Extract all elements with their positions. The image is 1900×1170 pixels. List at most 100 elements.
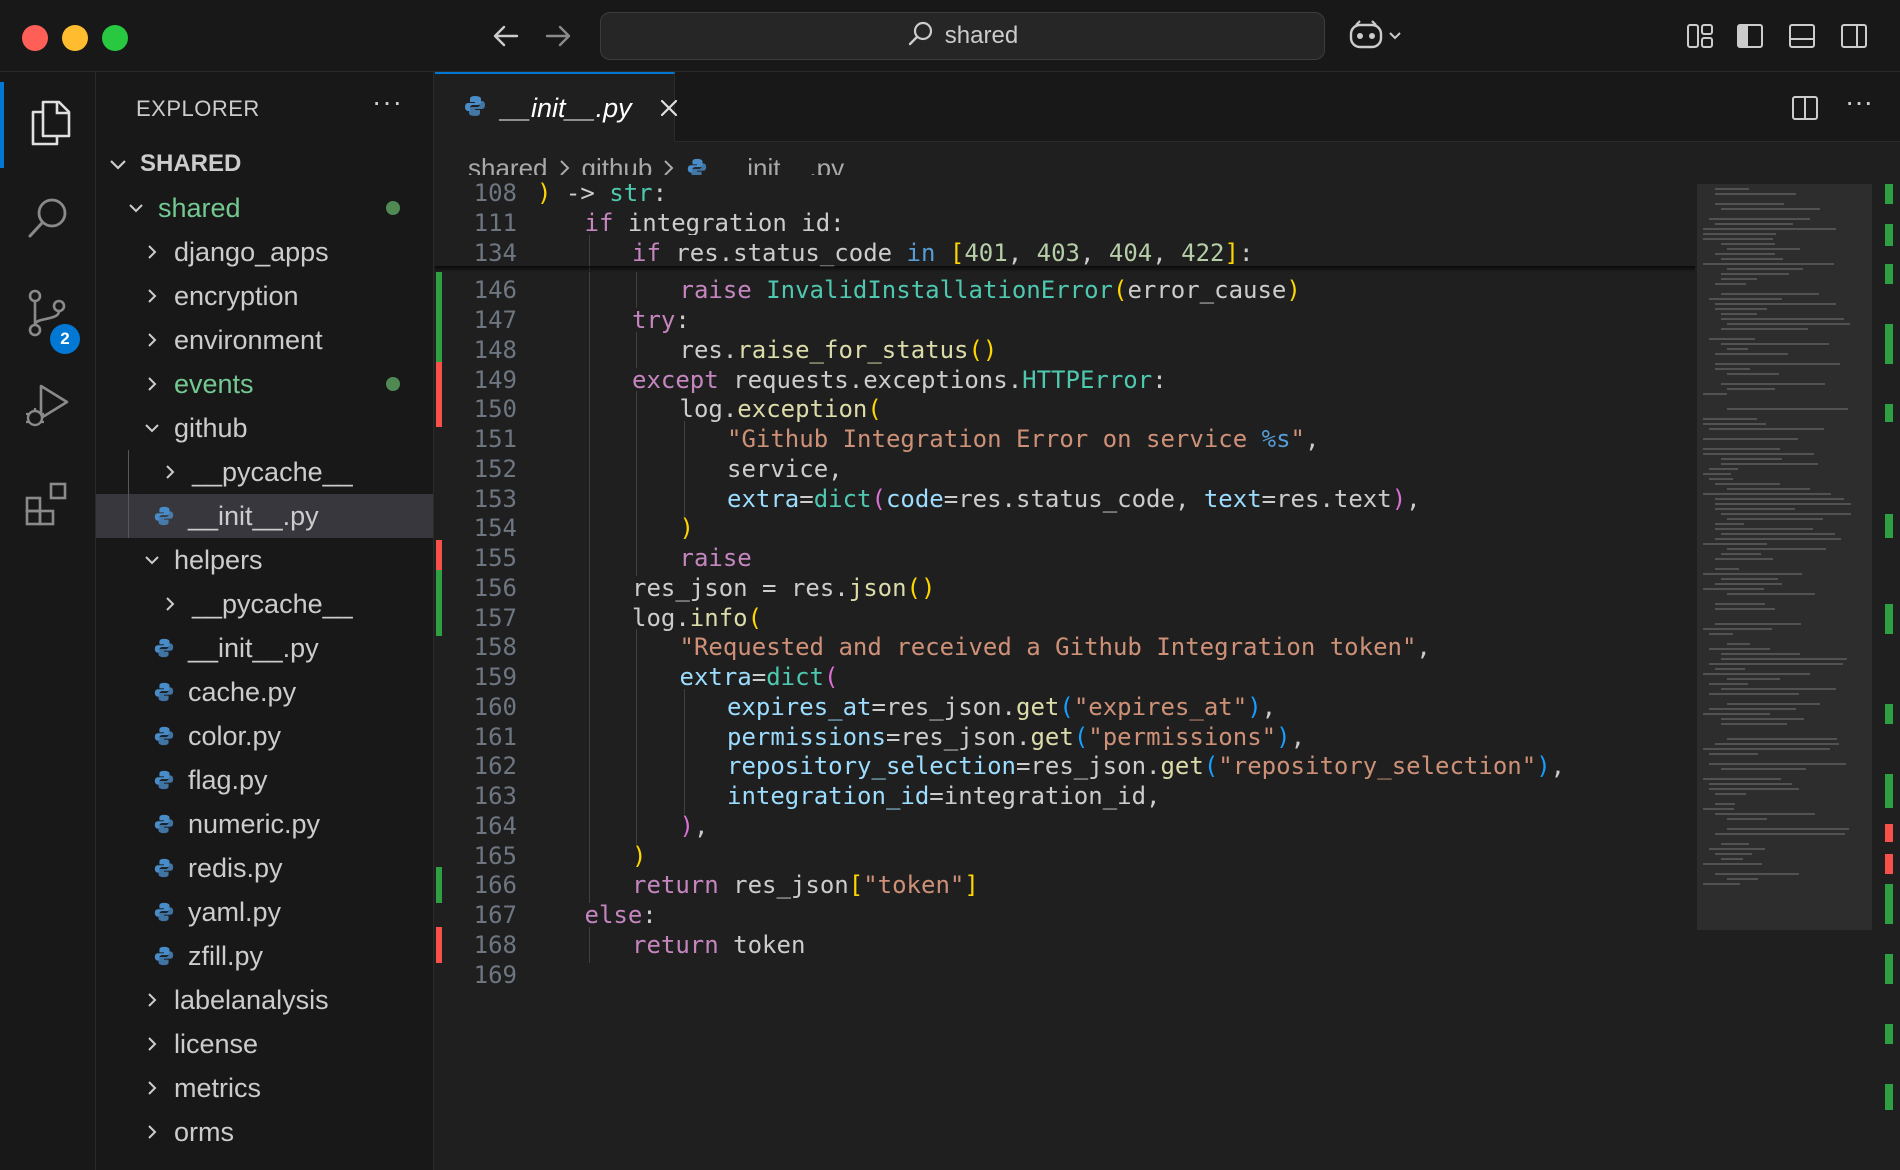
folder-item[interactable]: license — [96, 1022, 433, 1066]
chevron-right-icon — [140, 1120, 164, 1144]
code-token: = — [751, 663, 767, 691]
minimap-line — [1715, 528, 1814, 530]
file-item[interactable]: color.py — [96, 714, 433, 758]
code-token: extra — [679, 663, 752, 691]
copilot-icon[interactable] — [1348, 18, 1408, 54]
minimap-line — [1715, 523, 1745, 525]
code-line[interactable]: 134 if res.status_code in [401, 403, 404,… — [435, 234, 1695, 271]
line-number: 154 — [473, 514, 517, 543]
minimap-line — [1709, 693, 1800, 695]
scrollbar-diff-marker — [1885, 224, 1893, 246]
toggle-secondary-sidebar-icon[interactable] — [1836, 18, 1872, 54]
search-activity[interactable] — [0, 178, 96, 264]
toggle-primary-sidebar-icon[interactable] — [1732, 18, 1768, 54]
minimap-line — [1727, 593, 1816, 595]
customize-layout-icon[interactable] — [1682, 18, 1718, 54]
file-item[interactable]: redis.py — [96, 846, 433, 890]
close-tab-icon[interactable] — [658, 97, 680, 119]
minimap-line — [1715, 203, 1785, 205]
chevron-right-icon — [140, 284, 164, 308]
editor-more-actions-button[interactable]: ··· — [1845, 86, 1873, 118]
minimap-line — [1721, 273, 1790, 275]
minimap-line — [1703, 228, 1836, 230]
chevron-right-icon — [140, 1076, 164, 1100]
file-item[interactable]: zfill.py — [96, 934, 433, 978]
chevron-down-icon — [140, 548, 164, 572]
minimap-line — [1727, 828, 1849, 830]
folder-item[interactable]: metrics — [96, 1066, 433, 1110]
code-token: raise — [679, 276, 752, 305]
python-file-icon — [152, 900, 176, 924]
python-file-icon — [152, 504, 176, 528]
split-editor-icon[interactable] — [1787, 90, 1823, 126]
toggle-panel-icon[interactable] — [1784, 18, 1820, 54]
minimap-line — [1709, 338, 1755, 340]
file-item[interactable]: flag.py — [96, 758, 433, 802]
code-token: dict — [766, 663, 824, 691]
tree-item-label: labelanalysis — [174, 984, 329, 1015]
minimap-line — [1715, 803, 1736, 805]
minimap-line — [1721, 843, 1749, 845]
file-item[interactable]: __init__.py — [96, 494, 433, 538]
extensions-activity[interactable] — [0, 462, 96, 548]
minimize-window-button[interactable] — [62, 25, 88, 51]
minimap-line — [1721, 383, 1825, 385]
code-token: 422 — [1181, 238, 1225, 267]
minimap-line — [1715, 353, 1788, 355]
folder-item[interactable]: __pycache__ — [96, 450, 433, 494]
python-file-icon — [152, 856, 176, 880]
file-item[interactable]: __init__.py — [96, 626, 433, 670]
code-token: str — [609, 179, 653, 207]
code-token: permissions — [727, 722, 886, 751]
folder-item[interactable]: __pycache__ — [96, 582, 433, 626]
code-token: ( — [1059, 692, 1074, 721]
tree-item-label: license — [174, 1028, 259, 1059]
code-line[interactable]: 169 — [435, 957, 1695, 993]
line-number: 147 — [473, 306, 517, 334]
minimap-line — [1721, 318, 1844, 320]
minimap-viewport[interactable] — [1697, 184, 1872, 930]
file-item[interactable]: numeric.py — [96, 802, 433, 846]
minimap-line — [1715, 308, 1767, 310]
python-file-icon — [152, 680, 176, 704]
code-text: log.info( — [632, 604, 762, 632]
code-token: repository_selection — [727, 752, 1016, 781]
minimap[interactable] — [1697, 184, 1872, 1170]
run-debug-activity[interactable] — [0, 364, 96, 450]
folder-item[interactable]: django_apps — [96, 230, 433, 274]
code-token: =res.text — [1261, 484, 1392, 513]
folder-item[interactable]: events — [96, 362, 433, 406]
file-item[interactable]: yaml.py — [96, 890, 433, 934]
folder-item[interactable]: encryption — [96, 274, 433, 318]
explorer-activity[interactable] — [0, 82, 96, 168]
command-center-search[interactable]: shared — [600, 12, 1325, 60]
forward-arrow-icon[interactable] — [540, 18, 576, 54]
code-token: InvalidInstallationError — [766, 276, 1113, 305]
folder-item[interactable]: labelanalysis — [96, 978, 433, 1022]
code-token: integration_id: — [613, 208, 845, 237]
tab-init-py[interactable]: __init__.py — [435, 72, 677, 142]
explorer-more-button[interactable]: ··· — [372, 86, 403, 118]
code-text: ) — [632, 842, 646, 870]
maximize-window-button[interactable] — [102, 25, 128, 51]
folder-item[interactable]: github — [96, 406, 433, 450]
close-window-button[interactable] — [22, 25, 48, 51]
minimap-line — [1721, 278, 1758, 280]
chevron-down-icon — [106, 152, 130, 176]
code-editor[interactable]: 108) -> str: 111 if integration_id: 134 if r… — [435, 175, 1695, 1170]
minimap-line — [1703, 543, 1768, 545]
folder-item[interactable]: helpers — [96, 538, 433, 582]
file-item[interactable]: cache.py — [96, 670, 433, 714]
editor-scrollbar[interactable] — [1875, 184, 1900, 1170]
workspace-section-header[interactable]: SHARED — [96, 142, 433, 186]
tree-item-label: __pycache__ — [192, 456, 353, 487]
folder-item[interactable]: environment — [96, 318, 433, 362]
source-control-activity[interactable]: 2 — [0, 272, 96, 358]
folder-item[interactable]: orms — [96, 1110, 433, 1154]
minimap-line — [1721, 723, 1788, 725]
code-text: try: — [632, 306, 690, 334]
folder-item[interactable]: shared — [96, 186, 433, 230]
back-arrow-icon[interactable] — [488, 18, 524, 54]
code-token: return — [632, 871, 719, 900]
minimap-line — [1709, 478, 1733, 480]
